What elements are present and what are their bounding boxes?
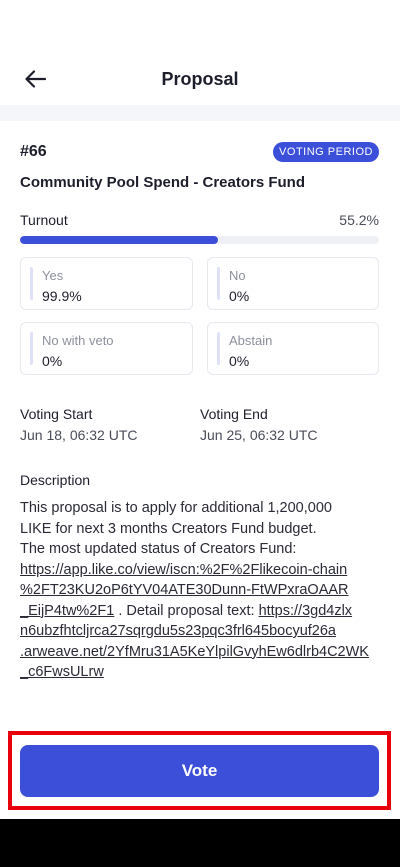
vote-button[interactable]: Vote	[20, 745, 379, 797]
description-line: https://app.like.co/view/iscn:%2F%2Flike…	[20, 560, 379, 581]
description-line: The most updated status of Creators Fund…	[20, 539, 379, 560]
tally-box-no: No 0%	[207, 257, 379, 310]
description-text: This proposal is to apply for additional…	[20, 498, 379, 683]
tally-value: 0%	[229, 288, 250, 304]
description-line: This proposal is to apply for additional…	[20, 498, 379, 519]
description-label: Description	[20, 472, 91, 488]
voting-end-label: Voting End	[200, 406, 268, 422]
description-link[interactable]: .arweave.net/2YfMru31A5KeYlpilGvyhEw6dlr…	[20, 644, 369, 660]
description-link[interactable]: %2FT23KU2oP6tYV04ATE30Dunn-FtWPxraOAAR	[20, 582, 349, 598]
tally-label: Yes	[42, 268, 64, 283]
tally-box-abstain: Abstain 0%	[207, 322, 379, 375]
tally-value: 0%	[42, 353, 63, 369]
description-link[interactable]: n6ubzfhtcljrca27sqrgdu5s23pqc3frl645bocy…	[20, 623, 336, 639]
tally-box-yes: Yes 99.9%	[20, 257, 193, 310]
description-line: %2FT23KU2oP6tYV04ATE30Dunn-FtWPxraOAAR	[20, 580, 379, 601]
tally-label: Abstain	[229, 333, 273, 348]
proposal-screen: Proposal #66 VOTING PERIOD Community Poo…	[0, 0, 400, 867]
tally-value: 0%	[229, 353, 250, 369]
description-line: _c6FwsULrw	[20, 662, 379, 683]
tally-accent-bar	[217, 267, 220, 300]
voting-start-value: Jun 18, 06:32 UTC	[20, 427, 138, 443]
status-badge: VOTING PERIOD	[273, 142, 379, 162]
proposal-id: #66	[20, 143, 47, 160]
header: Proposal	[0, 55, 400, 105]
tally-label: No with veto	[42, 333, 114, 348]
tally-label: No	[229, 268, 246, 283]
description-text-segment: LIKE for next 3 months Creators Fund bud…	[20, 520, 317, 537]
tally-accent-bar	[30, 332, 33, 365]
tally-accent-bar	[30, 267, 33, 300]
description-link[interactable]: https://3gd4zlx	[259, 603, 353, 619]
proposal-title: Community Pool Spend - Creators Fund	[20, 174, 306, 191]
description-text-segment: This proposal is to apply for additional…	[20, 500, 332, 516]
description-line: .arweave.net/2YfMru31A5KeYlpilGvyhEw6dlr…	[20, 642, 379, 663]
tally-box-no-with-veto: No with veto 0%	[20, 322, 193, 375]
voting-end-value: Jun 25, 06:32 UTC	[200, 427, 318, 443]
tally-accent-bar	[217, 332, 220, 365]
description-text-segment: . Detail proposal text:	[114, 602, 259, 619]
description-link[interactable]: _EijP4tw%2F1	[20, 603, 114, 619]
header-divider	[0, 105, 400, 121]
description-link[interactable]: https://app.like.co/view/iscn:%2F%2Flike…	[20, 562, 347, 578]
voting-start-label: Voting Start	[20, 406, 93, 422]
description-line: _EijP4tw%2F1 . Detail proposal text: htt…	[20, 601, 379, 622]
turnout-value: 55.2%	[339, 212, 379, 228]
description-link[interactable]: _c6FwsULrw	[20, 664, 104, 680]
description-line: LIKE for next 3 months Creators Fund bud…	[20, 519, 379, 540]
description-text-segment: The most updated status of Creators Fund…	[20, 541, 297, 557]
turnout-progress-bar	[20, 236, 379, 244]
system-navigation-bar	[0, 819, 400, 867]
turnout-progress-fill	[20, 236, 219, 244]
description-line: n6ubzfhtcljrca27sqrgdu5s23pqc3frl645bocy…	[20, 621, 379, 642]
page-title: Proposal	[161, 69, 239, 89]
tally-value: 99.9%	[42, 288, 82, 304]
turnout-label: Turnout	[20, 212, 68, 228]
